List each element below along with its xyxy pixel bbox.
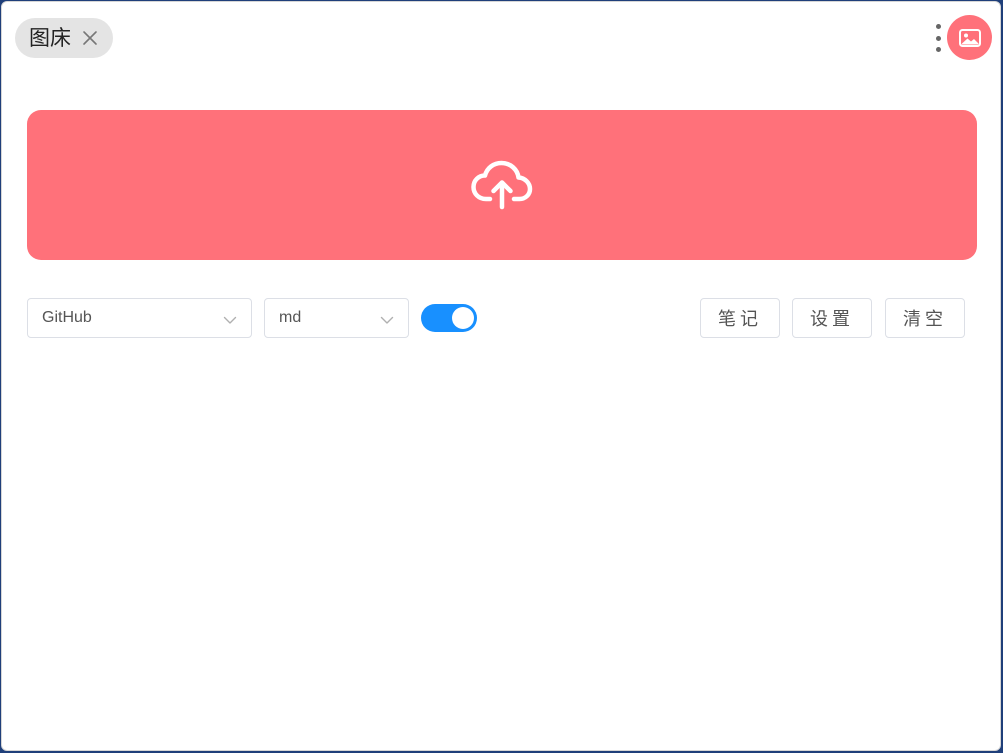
host-select-value: GitHub <box>42 309 92 326</box>
header-bar: 图床 <box>2 2 1000 77</box>
tab-label: 图床 <box>29 26 71 50</box>
image-icon <box>958 28 981 47</box>
tab-image-hosting[interactable]: 图床 <box>15 18 113 58</box>
host-select[interactable]: GitHub <box>27 298 252 338</box>
switch-knob <box>452 307 474 329</box>
toolbar: GitHub md 笔记 设置 清空 <box>2 298 1000 338</box>
close-icon[interactable] <box>81 29 99 47</box>
format-select[interactable]: md <box>264 298 409 338</box>
settings-button[interactable]: 设置 <box>792 298 872 338</box>
app-window: 图床 GitHub md 笔记 设置 清空 <box>1 1 1001 751</box>
chevron-down-icon <box>380 312 394 326</box>
upload-dropzone[interactable] <box>27 110 977 260</box>
image-list-area <box>2 352 1000 750</box>
chevron-down-icon <box>223 312 237 326</box>
notes-button[interactable]: 笔记 <box>700 298 780 338</box>
format-select-value: md <box>279 309 302 326</box>
auto-toggle-switch[interactable] <box>421 304 477 332</box>
avatar[interactable] <box>947 15 992 60</box>
clear-button[interactable]: 清空 <box>885 298 965 338</box>
more-vertical-icon[interactable] <box>932 24 944 52</box>
cloud-upload-icon <box>470 159 534 211</box>
